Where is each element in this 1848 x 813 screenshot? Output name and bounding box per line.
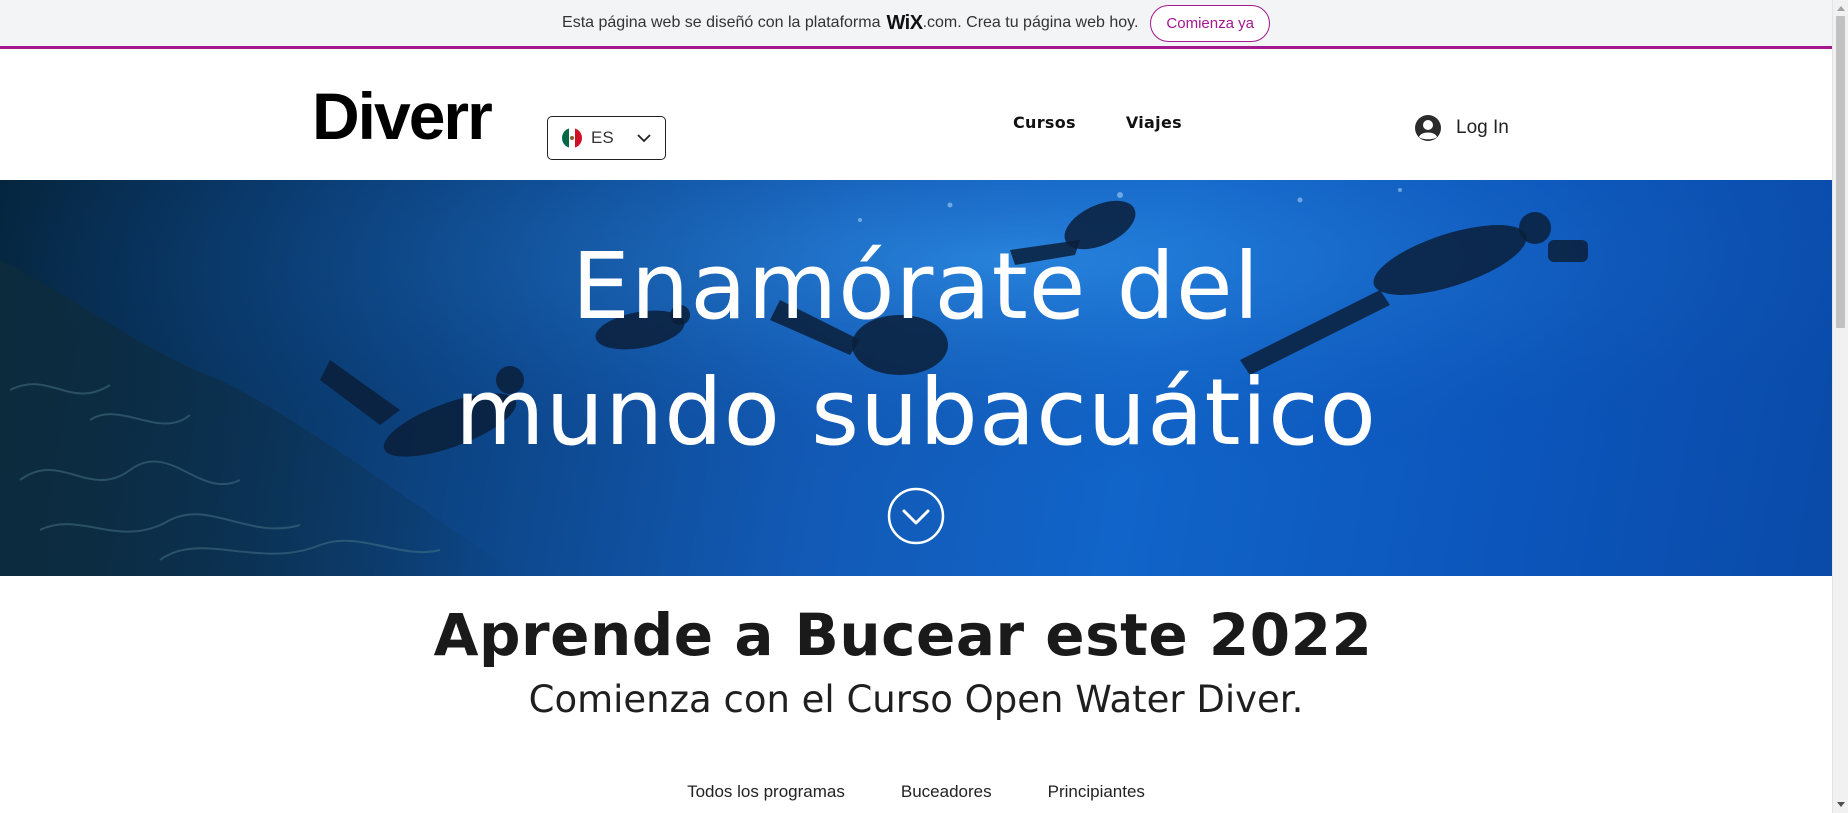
hero-title: Enamórate del mundo subacuático xyxy=(0,224,1832,476)
hero-title-line-2: mundo subacuático xyxy=(455,359,1377,466)
wix-banner-text-after: .com. Crea tu página web hoy. xyxy=(922,14,1139,31)
nav-item-cursos[interactable]: Cursos xyxy=(1013,113,1076,132)
section-title: Aprende a Bucear este 2022 xyxy=(433,601,1373,669)
scrollbar-thumb[interactable] xyxy=(1836,16,1845,328)
chevron-down-icon xyxy=(637,133,651,142)
hero-title-line-1: Enamórate del xyxy=(571,233,1261,340)
nav-item-viajes[interactable]: Viajes xyxy=(1126,113,1182,132)
program-tabs: Todos los programas Buceadores Principia… xyxy=(0,782,1832,802)
start-now-button[interactable]: Comienza ya xyxy=(1150,4,1270,42)
scroll-up-arrow-icon[interactable] xyxy=(1837,6,1845,11)
chevron-down-circle-icon[interactable] xyxy=(887,487,945,545)
login-button[interactable]: Log In xyxy=(1414,114,1509,142)
section-subtitle: Comienza con el Curso Open Water Diver. xyxy=(528,678,1304,721)
language-code: ES xyxy=(591,128,614,147)
site-header: Diverr ES Cursos Viajes Log In xyxy=(0,49,1832,180)
tab-buceadores[interactable]: Buceadores xyxy=(901,782,992,802)
tab-principiantes[interactable]: Principiantes xyxy=(1048,782,1145,802)
scroll-down-arrow-icon[interactable] xyxy=(1837,802,1845,807)
wix-promo-banner: Esta página web se diseñó con la platafo… xyxy=(0,0,1832,49)
login-label: Log In xyxy=(1456,117,1509,138)
tab-todos-los-programas[interactable]: Todos los programas xyxy=(687,782,845,802)
language-selector[interactable]: ES xyxy=(547,116,666,160)
main-nav: Cursos Viajes xyxy=(1013,113,1182,132)
page-scrollbar[interactable] xyxy=(1832,0,1848,813)
wix-banner-text: Esta página web se diseñó con la platafo… xyxy=(562,14,881,31)
wix-logo: WiX xyxy=(886,11,923,34)
mexico-flag-icon xyxy=(562,128,582,148)
user-avatar-icon xyxy=(1415,115,1441,141)
site-logo[interactable]: Diverr xyxy=(312,83,493,149)
hero-banner: Enamórate del mundo subacuático xyxy=(0,180,1832,576)
